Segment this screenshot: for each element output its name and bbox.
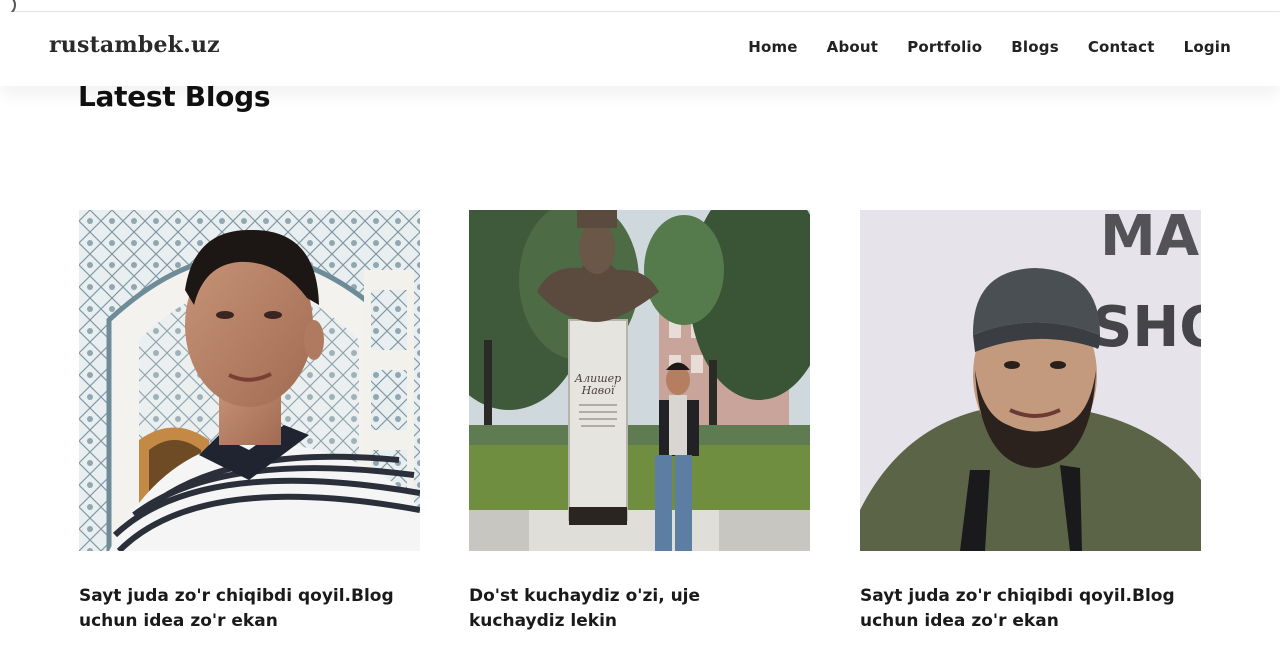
navbar: rustambek.uz Home About Portfolio Blogs … — [0, 12, 1280, 86]
blog-caption[interactable]: Sayt juda zo'r chiqibdi qoyil.Blog uchun… — [79, 584, 409, 634]
nav-blogs[interactable]: Blogs — [1011, 38, 1059, 56]
photo-man-cap-hoodie: MA SHO — [860, 210, 1201, 551]
blog-card[interactable]: Sayt juda zo'r chiqibdi qoyil.Blog uchun… — [79, 210, 420, 634]
nav-contact[interactable]: Contact — [1088, 38, 1155, 56]
nav-home[interactable]: Home — [748, 38, 797, 56]
blog-caption[interactable]: Sayt juda zo'r chiqibdi qoyil.Blog uchun… — [860, 584, 1190, 634]
blog-image[interactable] — [79, 210, 420, 551]
main-nav: Home About Portfolio Blogs Contact Login — [748, 38, 1231, 56]
blog-caption[interactable]: Do'st kuchaydiz o'zi, uje kuchaydiz leki… — [469, 584, 799, 634]
photo-man-mosque-selfie — [79, 210, 420, 551]
nav-about[interactable]: About — [827, 38, 879, 56]
svg-text:SHO: SHO — [1092, 295, 1201, 360]
blog-image[interactable]: MA SHO — [860, 210, 1201, 551]
blog-image[interactable]: Алишер Навої — [469, 210, 810, 551]
svg-text:MA: MA — [1100, 210, 1200, 269]
blog-card[interactable]: MA SHO Sayt juda zo'r chiqibdi qoyil.Blo… — [860, 210, 1201, 634]
svg-text:Навої: Навої — [581, 384, 616, 397]
blog-card[interactable]: Алишер Навої Do'st kuchaydiz o'zi, uje k… — [469, 210, 810, 634]
browser-top-strip — [0, 0, 1280, 16]
nav-login[interactable]: Login — [1184, 38, 1231, 56]
brand-logo[interactable]: rustambek.uz — [49, 32, 220, 58]
photo-man-monument-park: Алишер Навої — [469, 210, 810, 551]
nav-portfolio[interactable]: Portfolio — [907, 38, 982, 56]
